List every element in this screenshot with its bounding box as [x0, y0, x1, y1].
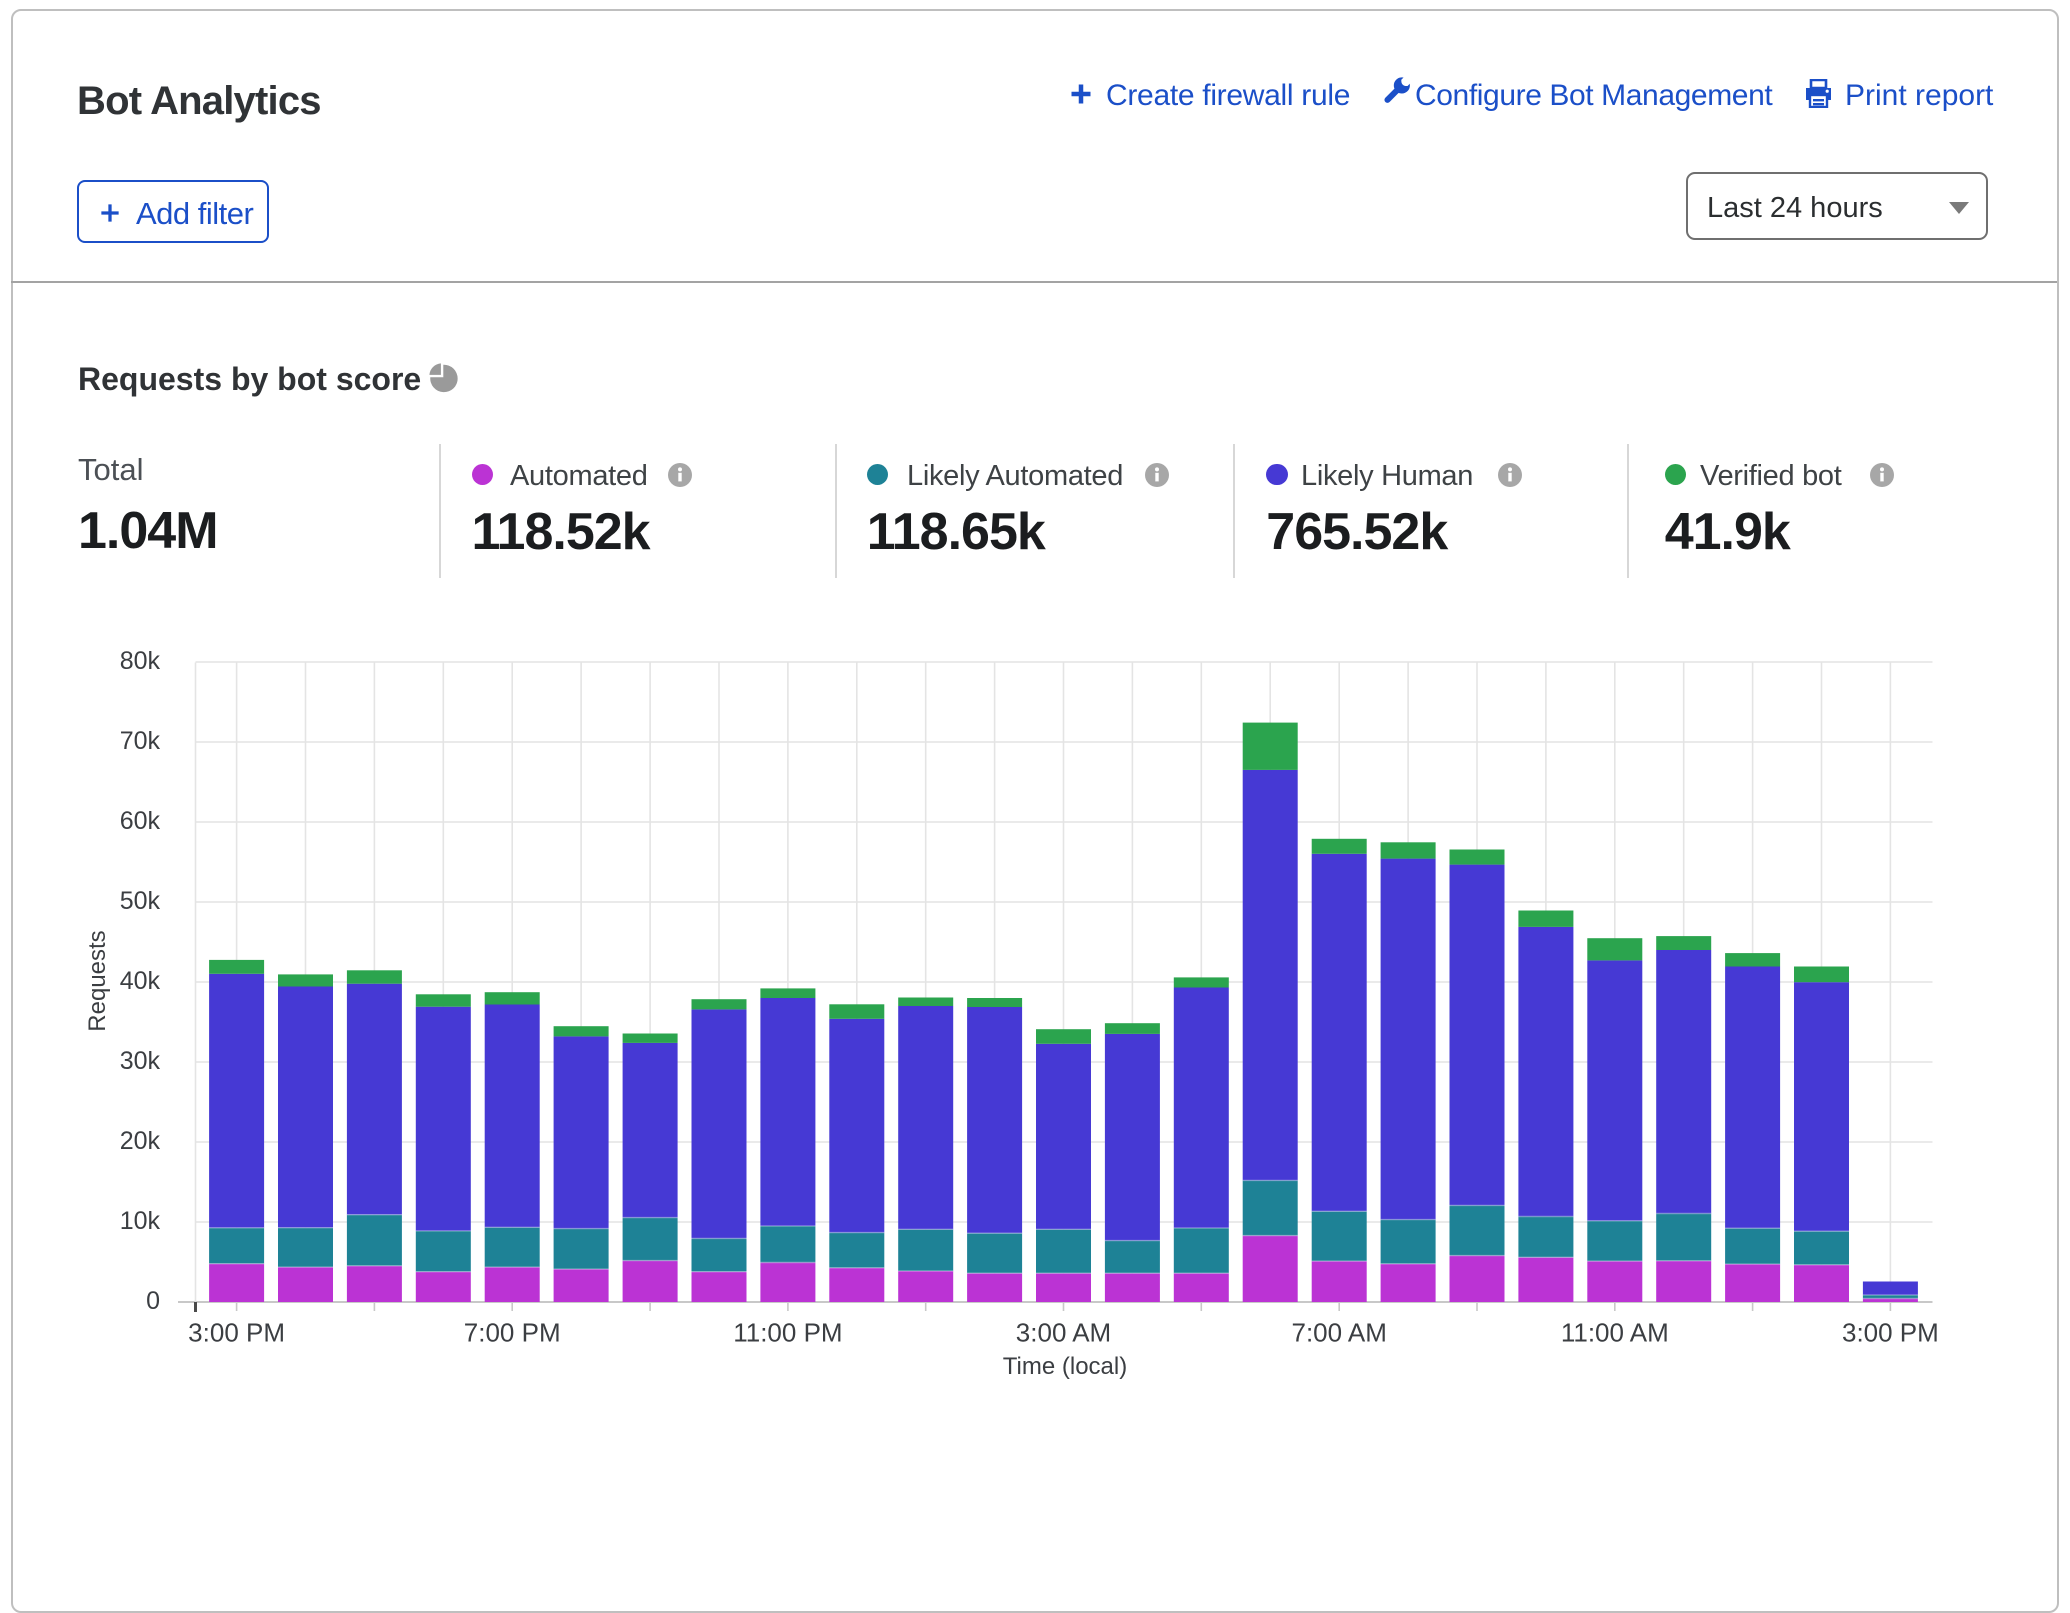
svg-text:Requests: Requests: [84, 930, 111, 1031]
svg-text:11:00 PM: 11:00 PM: [733, 1318, 842, 1348]
svg-text:7:00 PM: 7:00 PM: [464, 1318, 561, 1348]
svg-text:7:00 AM: 7:00 AM: [1291, 1318, 1386, 1348]
svg-text:50k: 50k: [120, 887, 161, 915]
svg-text:10k: 10k: [120, 1207, 161, 1235]
svg-text:60k: 60k: [120, 807, 161, 835]
svg-text:70k: 70k: [120, 727, 161, 755]
svg-text:30k: 30k: [120, 1047, 161, 1075]
svg-text:Time (local): Time (local): [1003, 1353, 1127, 1380]
svg-text:3:00 PM: 3:00 PM: [188, 1318, 285, 1348]
svg-text:40k: 40k: [120, 967, 161, 995]
svg-text:11:00 AM: 11:00 AM: [1561, 1318, 1669, 1348]
svg-text:80k: 80k: [120, 647, 161, 675]
svg-text:3:00 AM: 3:00 AM: [1016, 1318, 1111, 1348]
svg-text:3:00 PM: 3:00 PM: [1842, 1318, 1939, 1348]
svg-text:20k: 20k: [120, 1127, 161, 1155]
svg-text:0: 0: [146, 1287, 160, 1315]
